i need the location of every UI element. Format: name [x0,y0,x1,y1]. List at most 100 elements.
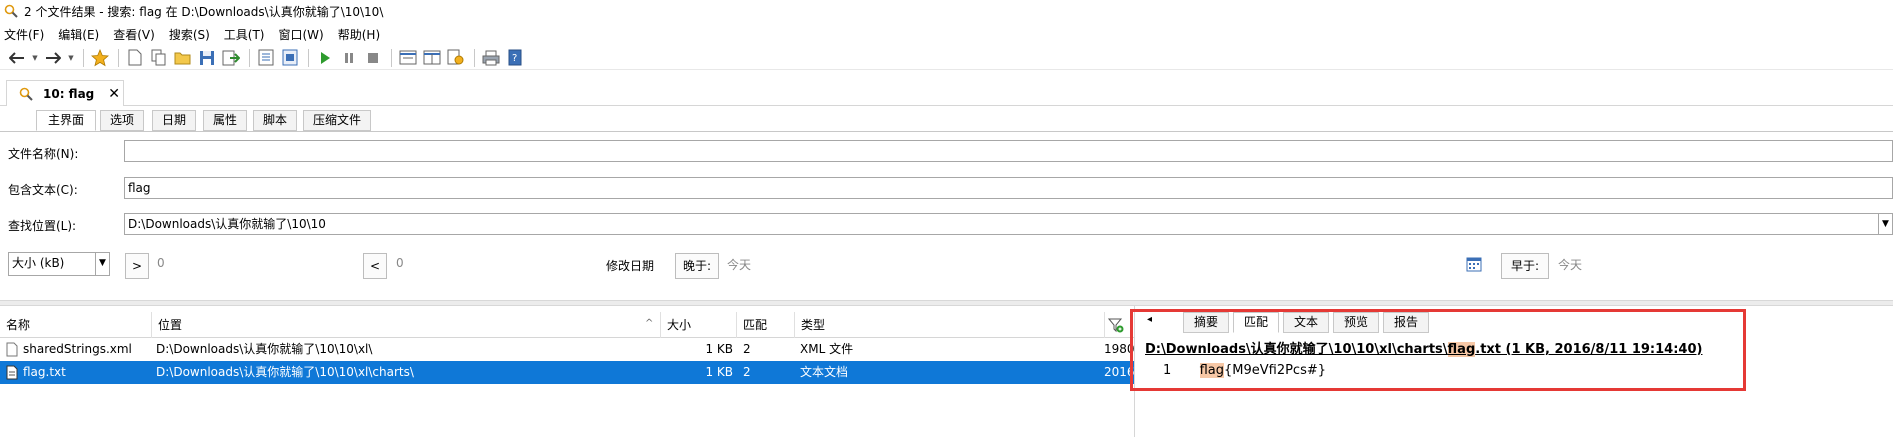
row-location: D:\Downloads\认真你就输了\10\10\xl\charts\ [156,365,414,379]
table-row[interactable]: sharedStrings.xml D:\Downloads\认真你就输了\10… [0,338,1134,361]
column-location[interactable]: 位置 [152,312,661,338]
menu-help[interactable]: 帮助(H) [338,26,380,43]
toolbar-separator [83,48,84,67]
export-icon [222,50,240,65]
back-button[interactable] [6,47,28,69]
row-type: XML 文件 [800,342,854,356]
after-date-input[interactable]: 今天 [727,256,751,273]
tab-options[interactable]: 选项 [100,110,144,131]
window-title: 2 个文件结果 - 搜索: flag 在 D:\Downloads\认真你就输了… [24,4,384,19]
chevron-down-icon: ▼ [1882,219,1889,229]
row-name: flag.txt [23,365,66,379]
stop-icon [368,52,378,63]
report-icon [282,49,298,66]
properties-icon [258,49,274,66]
forward-button[interactable] [42,47,64,69]
row-name: sharedStrings.xml [23,342,132,356]
table-header: 名称 位置 ^ 大小 匹配 类型 [0,312,1134,338]
menu-file[interactable]: 文件(F) [4,26,44,43]
report-button[interactable] [279,47,301,69]
layout-split-icon [423,50,441,65]
filename-label: 文件名称(N): [8,147,79,161]
annotation-box [1130,309,1746,391]
favorite-button[interactable] [89,47,111,69]
location-input[interactable]: D:\Downloads\认真你就输了\10\10 ▼ [124,213,1893,235]
tab-attributes[interactable]: 属性 [203,110,247,131]
open-button[interactable] [172,47,194,69]
sort-ascending-icon: ^ [645,318,654,329]
pause-button[interactable] [338,47,360,69]
menu-view[interactable]: 查看(V) [113,26,155,43]
menu-search[interactable]: 搜索(S) [169,26,210,43]
before-date-input[interactable]: 今天 [1558,256,1582,273]
calendar-button[interactable] [1466,256,1482,272]
close-icon[interactable]: ✕ [108,86,120,102]
copy-button[interactable] [148,47,170,69]
column-size[interactable]: 大小 [661,312,737,338]
filter-icon [1107,318,1124,333]
save-icon [200,50,214,65]
text-file-icon [6,365,18,380]
toolbar-separator [249,48,250,67]
location-value: D:\Downloads\认真你就输了\10\10 [128,217,326,231]
start-button[interactable] [314,47,336,69]
help-button[interactable]: ? [504,47,526,69]
column-type[interactable]: 类型 [795,312,1105,338]
toolbar-separator [474,48,475,67]
pause-icon [345,52,353,63]
column-matches[interactable]: 匹配 [737,312,795,338]
column-name[interactable]: 名称 [0,312,152,338]
settings-document-icon [447,49,464,65]
tab-archive[interactable]: 压缩文件 [303,110,371,131]
menu-tools[interactable]: 工具(T) [224,26,265,43]
properties-button[interactable] [255,47,277,69]
menu-edit[interactable]: 编辑(E) [58,26,99,43]
search-options-tabs: 主界面 选项 日期 属性 脚本 压缩文件 [0,110,1893,132]
file-icon [6,342,18,357]
toolbar-separator [308,48,309,67]
document-tab-label: 10: flag [43,86,95,101]
arrow-right-icon [46,51,61,64]
arrow-left-icon [9,51,24,64]
size-unit-select[interactable]: 大小 (kB) ▼ [8,252,110,276]
new-button[interactable] [124,47,146,69]
tab-date[interactable]: 日期 [152,110,196,131]
forward-dropdown[interactable]: ▼ [66,47,76,69]
row-size: 1 KB [705,365,733,379]
toolbar: ▼ ▼ ? [0,46,1893,70]
tab-script[interactable]: 脚本 [253,110,297,131]
star-icon [91,48,109,66]
stop-button[interactable] [362,47,384,69]
layout-2-button[interactable] [421,47,443,69]
layout-1-button[interactable] [397,47,419,69]
before-button[interactable]: 早于: [1501,253,1549,279]
back-dropdown[interactable]: ▼ [30,47,40,69]
layout-icon [399,50,417,65]
row-type: 文本文档 [800,365,849,379]
filename-input[interactable] [124,140,1893,162]
menu-window[interactable]: 窗口(W) [279,26,324,43]
row-location: D:\Downloads\认真你就输了\10\10\xl\ [156,342,373,356]
calendar-icon [1466,257,1482,272]
print-button[interactable] [480,47,502,69]
document-tab[interactable]: 10: flag ✕ [6,80,124,106]
max-size-input[interactable]: 0 [396,256,404,270]
row-size: 1 KB [705,342,733,356]
export-button[interactable] [220,47,242,69]
less-than-button[interactable]: < [363,253,387,279]
size-unit-dropdown[interactable]: ▼ [95,253,109,275]
tab-main[interactable]: 主界面 [36,110,96,131]
min-size-input[interactable]: 0 [157,256,165,270]
options-button[interactable] [445,47,467,69]
document-tab-bar: 10: flag ✕ [0,80,1893,106]
contains-text-input[interactable]: flag [124,177,1893,199]
search-icon [19,87,33,101]
size-unit-value: 大小 (kB) [12,256,65,270]
save-button[interactable] [196,47,218,69]
filter-button[interactable] [1107,317,1124,333]
location-dropdown[interactable]: ▼ [1878,214,1892,234]
table-row[interactable]: flag.txt D:\Downloads\认真你就输了\10\10\xl\ch… [0,361,1134,384]
after-button[interactable]: 晚于: [675,253,719,279]
greater-than-button[interactable]: > [125,253,149,279]
help-book-icon: ? [508,49,522,66]
